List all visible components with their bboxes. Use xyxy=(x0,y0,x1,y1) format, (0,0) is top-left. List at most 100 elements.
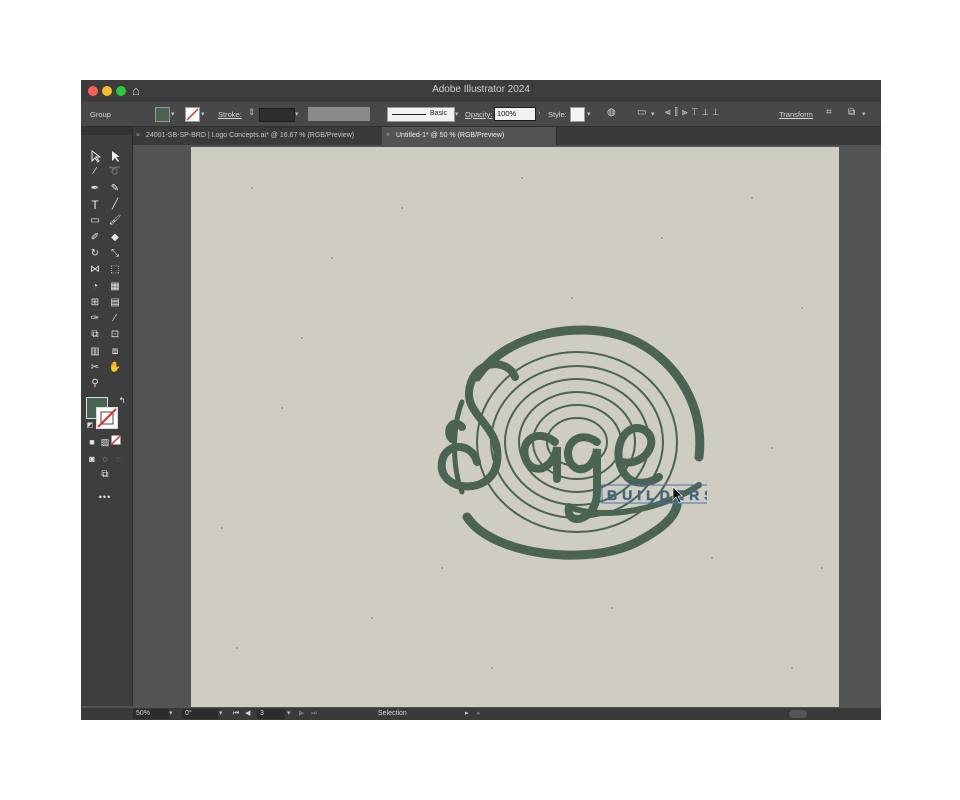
chevron-down-icon[interactable]: ▾ xyxy=(862,110,866,118)
column-graph-tool-icon[interactable]: ▥ xyxy=(88,345,102,359)
current-tool-label[interactable]: Selection xyxy=(378,708,407,720)
isolate-group-icon[interactable]: ⌗ xyxy=(826,107,832,118)
width-tool-icon[interactable]: ⋈ xyxy=(88,263,102,277)
lasso-tool-icon[interactable]: ➰ xyxy=(108,165,122,179)
rectangle-tool-icon[interactable]: ▭ xyxy=(88,214,102,228)
scroll-left-icon[interactable]: ◂ xyxy=(476,708,480,720)
eraser-tool-icon[interactable]: ◆ xyxy=(108,231,122,245)
gradient-tool-icon[interactable]: ▤ xyxy=(108,296,122,310)
document-tabs: × 24001-SB-SP-BRD | Logo Concepts.ai* @ … xyxy=(132,127,881,145)
pen-tool-icon[interactable]: ✒ xyxy=(88,182,102,196)
stroke-label[interactable]: Stroke: xyxy=(218,110,242,119)
tools-panel-header[interactable] xyxy=(81,127,132,135)
transform-button[interactable]: Transform xyxy=(779,110,813,119)
chevron-down-icon[interactable]: ▾ xyxy=(171,110,175,118)
horizontal-scrollbar-thumb[interactable] xyxy=(789,710,807,718)
chevron-down-icon[interactable]: ▾ xyxy=(587,110,591,118)
brush-definition[interactable]: Basic xyxy=(387,107,455,122)
fill-swatch[interactable] xyxy=(155,107,170,122)
close-icon[interactable]: × xyxy=(386,127,390,145)
tools-panel: ⁄ ➰ ✒ ✎ T ╱ ▭ 🖌 ✐ ◆ ↻ ⤡ ⋈ ⬚ ◔ ▦ ⊞ ▤ ✑ ⁄ … xyxy=(81,127,133,706)
perspective-grid-tool-icon[interactable]: ▦ xyxy=(108,280,122,294)
color-mode-icon[interactable]: ■ xyxy=(85,435,99,449)
no-stroke-icon xyxy=(186,108,199,121)
screen-mode-icon[interactable]: ⧉ xyxy=(98,468,112,482)
draw-inside-icon[interactable]: ◌ xyxy=(111,452,125,466)
control-bar: Group ▾ ▾ Stroke: ⇕ ▾ Basic ▾ Opacity: 1… xyxy=(81,102,881,127)
line-segment-tool-icon[interactable]: ╱ xyxy=(108,198,122,212)
tab-label: Untitled-1* @ 50 % (RGB/Preview) xyxy=(396,132,505,139)
chevron-down-icon[interactable]: ▾ xyxy=(169,708,173,720)
free-transform-tool-icon[interactable]: ⬚ xyxy=(108,263,122,277)
none-mode-icon[interactable] xyxy=(111,435,125,449)
chevron-down-icon[interactable]: ▾ xyxy=(455,110,459,118)
draw-behind-icon[interactable]: ◌ xyxy=(98,452,112,466)
previous-artboard-icon[interactable]: ◀ xyxy=(245,708,250,720)
draw-normal-icon[interactable]: ◙ xyxy=(85,452,99,466)
opacity-field[interactable]: 100% xyxy=(494,107,536,121)
stroke-weight-stepper[interactable]: ⇕ xyxy=(248,107,256,118)
chevron-down-icon[interactable]: ▾ xyxy=(295,110,299,118)
close-icon[interactable]: × xyxy=(136,127,140,145)
scale-tool-icon[interactable]: ⤡ xyxy=(108,247,122,261)
zoom-tool-icon[interactable]: ⚲ xyxy=(88,377,102,391)
brush-style-label: Basic xyxy=(430,110,448,117)
selection-type-label: Group xyxy=(90,110,111,119)
builders-text[interactable]: BUILDERS xyxy=(607,487,707,504)
artboard[interactable]: BUILDERS xyxy=(191,147,839,707)
chevron-down-icon[interactable]: ▾ xyxy=(287,708,291,720)
app-window: ⌂ Adobe Illustrator 2024 Group ▾ ▾ Strok… xyxy=(81,80,881,720)
builders-text-selection[interactable]: BUILDERS xyxy=(601,484,707,504)
rotate-tool-icon[interactable]: ↻ xyxy=(88,247,102,261)
hand-tool-icon[interactable]: ✋ xyxy=(108,361,122,375)
chevron-right-icon[interactable]: › xyxy=(538,110,540,117)
align-to-icon[interactable]: ▭ xyxy=(637,107,646,118)
blend-tool-icon[interactable]: ⧉ xyxy=(88,328,102,342)
edit-toolbar-button[interactable]: ••• xyxy=(98,490,112,504)
symbol-sprayer-tool-icon[interactable]: ⊡ xyxy=(108,328,122,342)
default-colors-icon[interactable]: ◩ xyxy=(83,419,97,433)
recolor-artwork-icon[interactable]: ◍ xyxy=(607,107,616,118)
chevron-down-icon[interactable]: ▾ xyxy=(651,110,655,118)
tab-logo-concepts[interactable]: × 24001-SB-SP-BRD | Logo Concepts.ai* @ … xyxy=(132,127,385,145)
eyedropper-alt-icon[interactable]: ⁄ xyxy=(108,312,122,326)
next-artboard-icon[interactable]: ▶ xyxy=(299,708,304,720)
direct-selection-tool-icon[interactable] xyxy=(108,149,122,163)
rotation-field[interactable]: 0° xyxy=(182,709,218,719)
shaper-tool-icon[interactable]: ✐ xyxy=(88,231,102,245)
sage-builders-logo[interactable]: BUILDERS xyxy=(437,317,707,562)
magic-wand-tool-icon[interactable]: ⁄ xyxy=(88,165,102,179)
artboard-tool-icon[interactable]: ⧈ xyxy=(108,345,122,359)
stroke-color-box[interactable] xyxy=(96,407,118,429)
slice-tool-icon[interactable]: ✂ xyxy=(88,361,102,375)
selection-tool-icon[interactable] xyxy=(88,149,102,163)
first-artboard-icon[interactable]: ⏮ xyxy=(233,708,239,720)
type-tool-icon[interactable]: T xyxy=(88,198,102,212)
stroke-weight-field[interactable] xyxy=(259,108,295,122)
graphic-style-swatch[interactable] xyxy=(570,107,585,122)
last-artboard-icon[interactable]: ⏭ xyxy=(311,708,317,720)
tab-untitled-1[interactable]: × Untitled-1* @ 50 % (RGB/Preview) xyxy=(382,127,557,145)
title-bar: ⌂ Adobe Illustrator 2024 xyxy=(81,80,881,102)
status-menu-icon[interactable]: ▸ xyxy=(465,708,469,720)
shape-builder-tool-icon[interactable]: ◔ xyxy=(88,280,102,294)
chevron-down-icon[interactable]: ▾ xyxy=(219,708,223,720)
swap-fill-stroke-icon[interactable]: ↰ xyxy=(115,394,129,408)
align-buttons-icon[interactable]: ⫷⫿⫸⊤⊥⊥ xyxy=(665,107,723,118)
stroke-swatch[interactable] xyxy=(185,107,200,122)
mesh-tool-icon[interactable]: ⊞ xyxy=(88,296,102,310)
zoom-level-field[interactable]: 50% xyxy=(133,709,169,719)
chevron-down-icon[interactable]: ▾ xyxy=(201,110,205,118)
gradient-mode-icon[interactable]: ▨ xyxy=(98,435,112,449)
artboard-number-field[interactable]: 3 xyxy=(257,709,285,719)
curvature-tool-icon[interactable]: ✎ xyxy=(108,182,122,196)
variable-width-profile[interactable] xyxy=(308,107,370,121)
arrange-icon[interactable]: ⧉ xyxy=(848,107,855,118)
eyedropper-tool-icon[interactable]: ✑ xyxy=(88,312,102,326)
paintbrush-tool-icon[interactable]: 🖌 xyxy=(108,214,122,228)
style-label: Style: xyxy=(548,110,567,119)
no-stroke-icon xyxy=(97,408,117,428)
status-bar: 50% ▾ 0° ▾ ⏮ ◀ 3 ▾ ▶ ⏭ Selection ▸ ◂ xyxy=(81,708,881,720)
tab-label: 24001-SB-SP-BRD | Logo Concepts.ai* @ 16… xyxy=(146,132,355,139)
opacity-label[interactable]: Opacity: xyxy=(465,110,493,119)
